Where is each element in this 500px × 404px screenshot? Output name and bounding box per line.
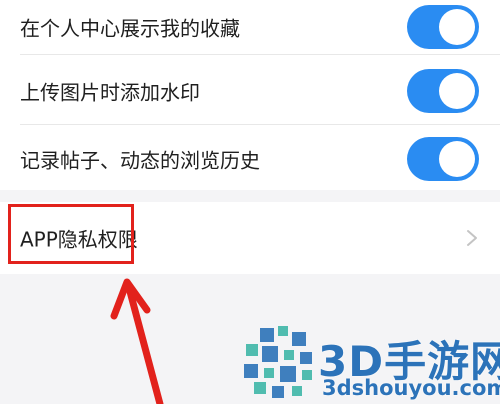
settings-list: 在个人中心展示我的收藏 上传图片时添加水印 记录帖子、动态的浏览历史 bbox=[0, 0, 500, 190]
arrow-up-icon bbox=[110, 278, 164, 404]
section-gap bbox=[0, 190, 500, 202]
pixel-logo-icon bbox=[244, 326, 312, 398]
setting-label-add-watermark: 上传图片时添加水印 bbox=[20, 80, 200, 105]
highlight-box bbox=[8, 204, 134, 264]
watermark-url: 3dshouyou.com bbox=[322, 376, 500, 400]
toggle-knob bbox=[439, 9, 475, 45]
divider bbox=[20, 124, 500, 125]
chevron-right-icon bbox=[467, 230, 477, 246]
setting-row-browse-history: 记录帖子、动态的浏览历史 bbox=[0, 132, 500, 186]
add-watermark-toggle[interactable] bbox=[407, 69, 479, 113]
setting-label-show-favorites: 在个人中心展示我的收藏 bbox=[20, 16, 240, 41]
setting-row-add-watermark: 上传图片时添加水印 bbox=[0, 64, 500, 118]
browse-history-toggle[interactable] bbox=[407, 137, 479, 181]
setting-row-show-favorites: 在个人中心展示我的收藏 bbox=[0, 0, 500, 54]
toggle-knob bbox=[439, 73, 475, 109]
site-watermark: 3D手游网 3dshouyou.com bbox=[240, 322, 500, 404]
toggle-knob bbox=[439, 141, 475, 177]
divider bbox=[20, 54, 500, 55]
setting-label-browse-history: 记录帖子、动态的浏览历史 bbox=[20, 148, 260, 173]
show-favorites-toggle[interactable] bbox=[407, 5, 479, 49]
